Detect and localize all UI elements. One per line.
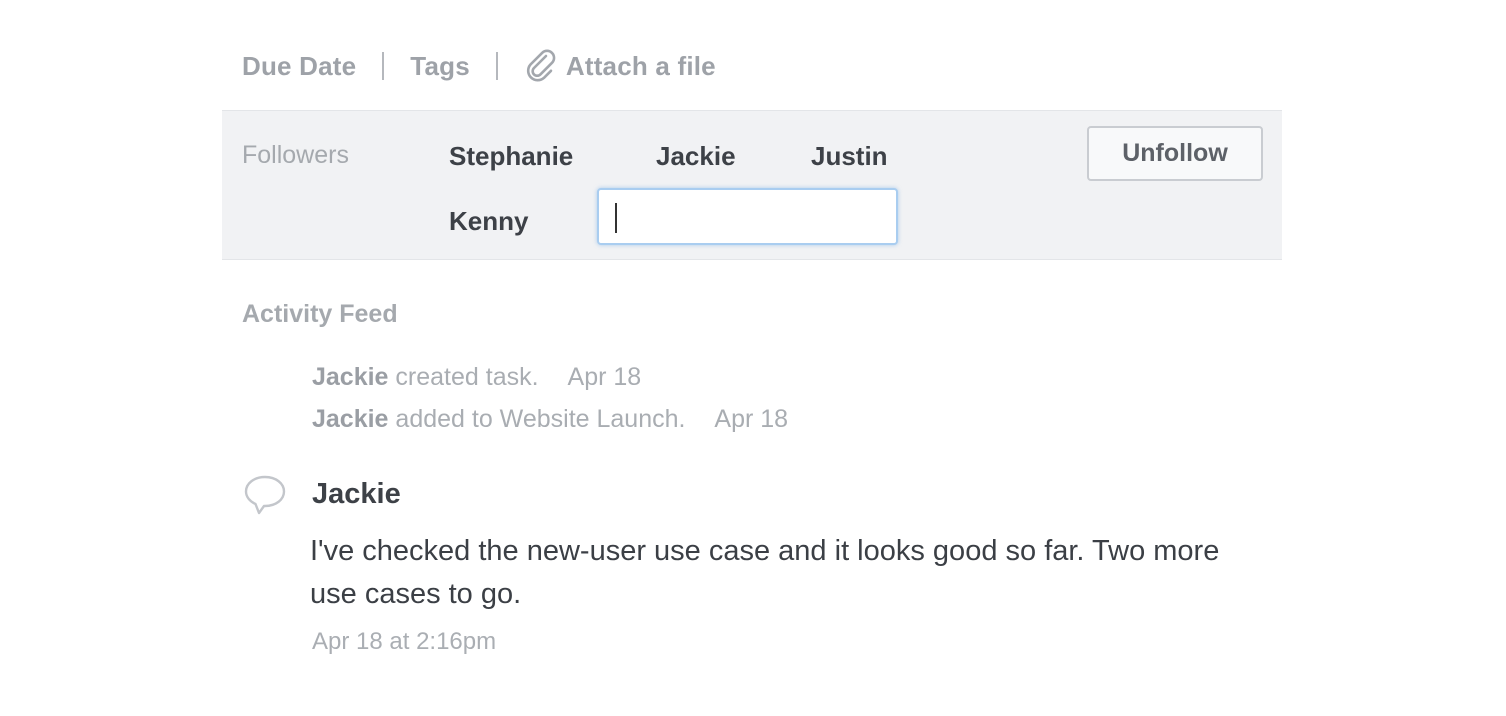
story-actor[interactable]: Jackie <box>312 363 388 391</box>
follower-justin[interactable]: Justin <box>811 141 888 172</box>
activity-feed-title: Activity Feed <box>242 300 398 328</box>
activity-story: Jackie added to Website Launch. Apr 18 <box>312 405 788 434</box>
follower-stephanie[interactable]: Stephanie <box>449 141 573 172</box>
story-text: created task. <box>395 363 539 391</box>
paperclip-icon <box>526 49 556 82</box>
attach-file-link[interactable]: Attach a file <box>524 49 716 83</box>
story-text: added to Website Launch. <box>395 405 686 433</box>
due-date-link[interactable]: Due Date <box>242 51 356 82</box>
toolbar-divider <box>382 52 385 80</box>
tags-link[interactable]: Tags <box>410 51 470 82</box>
follower-jackie[interactable]: Jackie <box>656 141 736 172</box>
followers-bar: Followers Stephanie Jackie Justin Kenny … <box>222 110 1282 260</box>
task-toolbar: Due Date Tags Attach a file <box>242 46 716 86</box>
unfollow-button[interactable]: Unfollow <box>1087 126 1263 181</box>
speech-bubble-icon <box>244 475 286 515</box>
comment-timestamp: Apr 18 at 2:16pm <box>312 628 497 655</box>
task-details-panel: Due Date Tags Attach a file Followers St… <box>222 0 1282 716</box>
follower-kenny[interactable]: Kenny <box>449 206 528 237</box>
story-date: Apr 18 <box>567 363 642 391</box>
activity-story: Jackie created task. Apr 18 <box>312 363 641 392</box>
followers-label: Followers <box>242 141 349 169</box>
text-caret <box>615 203 617 233</box>
toolbar-divider <box>495 52 498 80</box>
comment-author[interactable]: Jackie <box>312 478 401 511</box>
comment-text: I've checked the new-user use case and i… <box>310 535 1220 610</box>
attach-file-label: Attach a file <box>565 50 716 81</box>
add-follower-input[interactable] <box>597 188 898 245</box>
story-actor[interactable]: Jackie <box>312 405 388 433</box>
story-date: Apr 18 <box>714 405 789 433</box>
